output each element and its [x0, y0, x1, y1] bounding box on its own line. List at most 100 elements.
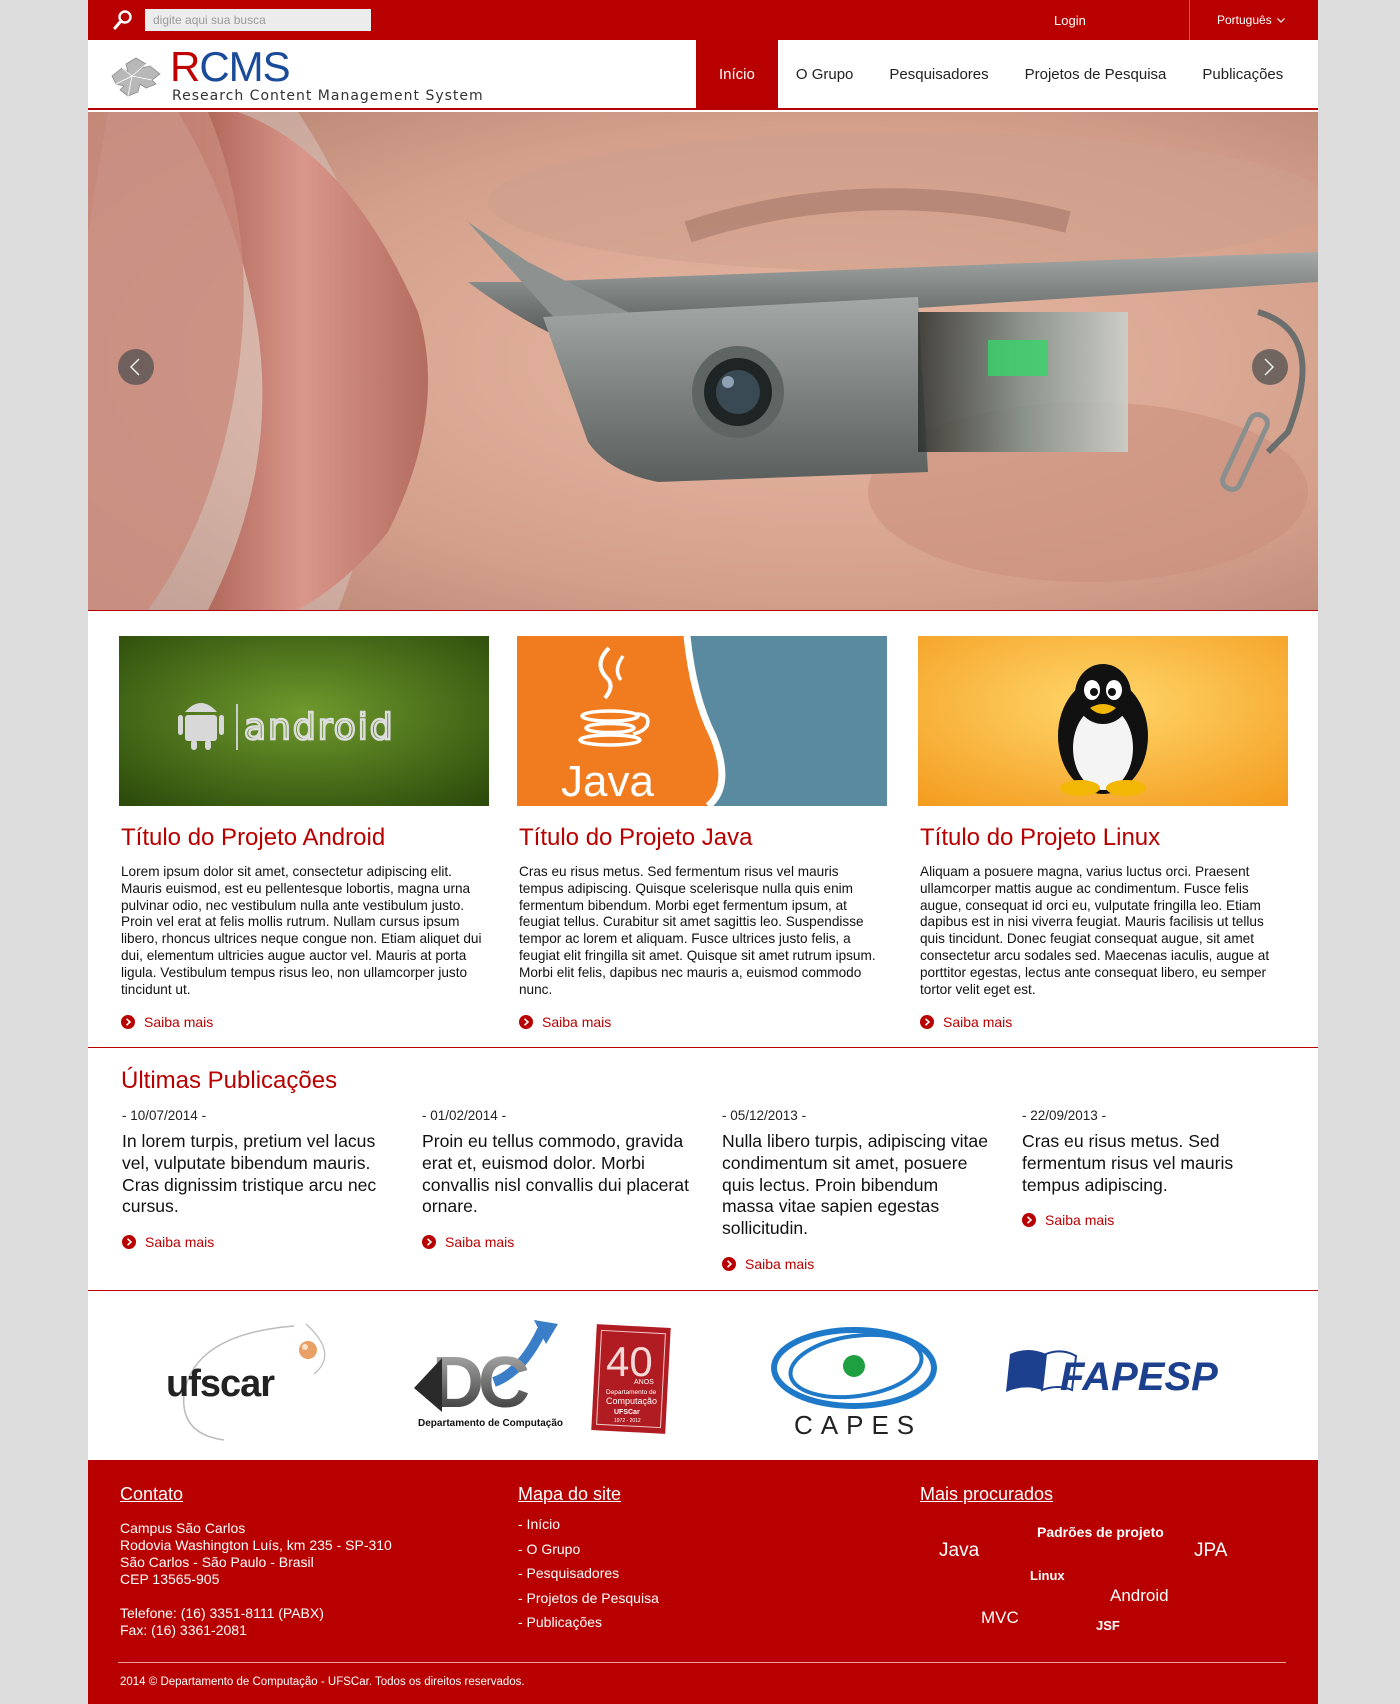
tag-android[interactable]: Android — [1110, 1586, 1169, 1606]
publication-item: - 10/07/2014 - In lorem turpis, pretium … — [122, 1108, 392, 1250]
circle-arrow-icon — [122, 1235, 136, 1250]
sitemap-link-publicacoes[interactable]: - Publicações — [518, 1614, 659, 1639]
project-text-android: Lorem ipsum dolor sit amet, consectetur … — [121, 864, 482, 997]
language-select[interactable]: Português — [1217, 13, 1285, 27]
saiba-mais-link[interactable]: Saiba mais — [920, 1014, 1288, 1030]
search-icon[interactable] — [112, 9, 134, 31]
sitemap-link-o-grupo[interactable]: - O Grupo — [518, 1541, 659, 1566]
sitemap-link-inicio[interactable]: - Início — [518, 1516, 659, 1541]
tag-jpa[interactable]: JPA — [1194, 1540, 1227, 1562]
chevron-left-icon — [129, 358, 140, 376]
project-thumb-linux[interactable] — [918, 636, 1288, 806]
publication-date: - 22/09/2013 - — [1022, 1108, 1107, 1123]
saiba-mais-label: Saiba mais — [745, 1255, 815, 1272]
slider-next-button[interactable] — [1252, 349, 1288, 385]
project-title-java[interactable]: Título do Projeto Java — [519, 824, 887, 852]
contact-spacer — [120, 1588, 392, 1605]
logo-title-rest: CMS — [199, 43, 290, 90]
android-wordmark: android — [244, 707, 395, 748]
tag-padroes-de-projeto[interactable]: Padrões de projeto — [1037, 1524, 1164, 1540]
dc40-line2: Computação — [606, 1396, 657, 1406]
circle-arrow-icon — [422, 1235, 436, 1250]
tag-linux[interactable]: Linux — [1030, 1568, 1065, 1583]
publication-item: - 01/02/2014 - Proin eu tellus commodo, … — [422, 1108, 692, 1250]
saiba-mais-label: Saiba mais — [145, 1234, 215, 1251]
footer-contact: Campus São Carlos Rodovia Washington Luí… — [120, 1520, 392, 1639]
contact-line: Fax: (16) 3361-2081 — [120, 1622, 247, 1638]
tag-jsf[interactable]: JSF — [1096, 1618, 1120, 1633]
dc-letters: DC — [432, 1343, 529, 1423]
dc-caption: Departamento de Computação — [418, 1418, 563, 1429]
publication-title[interactable]: Nulla libero turpis, adipiscing vitae co… — [722, 1131, 992, 1240]
chevron-down-icon — [1276, 18, 1285, 24]
publication-date: - 10/07/2014 - — [122, 1108, 207, 1123]
nav-item-projetos[interactable]: Projetos de Pesquisa — [1007, 40, 1185, 110]
sitemap-link-projetos[interactable]: - Projetos de Pesquisa — [518, 1590, 659, 1615]
circle-arrow-icon — [1022, 1213, 1036, 1228]
saiba-mais-label: Saiba mais — [1045, 1212, 1115, 1229]
dc40-number: 40 — [606, 1338, 653, 1385]
project-card-java: Java Título do Projeto Java Cras eu risu… — [517, 636, 887, 1030]
capes-logo[interactable]: CAPES — [764, 1316, 944, 1442]
hero-divider — [88, 610, 1318, 611]
search-input[interactable] — [145, 9, 371, 31]
dc-logo[interactable]: DC Departamento de Computação — [412, 1312, 576, 1442]
project-text-linux: Aliquam a posuere magna, varius luctus o… — [920, 864, 1270, 997]
tag-mvc[interactable]: MVC — [981, 1608, 1019, 1628]
footer-sitemap: - Início - O Grupo - Pesquisadores - Pro… — [518, 1516, 659, 1639]
login-link[interactable]: Login — [1054, 13, 1086, 28]
publication-title[interactable]: Cras eu risus metus. Sed fermentum risus… — [1022, 1131, 1292, 1196]
saiba-mais-link[interactable]: Saiba mais — [121, 1014, 489, 1030]
puzzle-logo-icon[interactable] — [108, 54, 164, 100]
slider-prev-button[interactable] — [118, 349, 154, 385]
saiba-mais-link[interactable]: Saiba mais — [722, 1256, 992, 1272]
language-label: Português — [1217, 13, 1272, 27]
ufscar-logo[interactable]: ufscar — [154, 1314, 354, 1444]
nav-item-inicio[interactable]: Início — [696, 40, 778, 110]
contact-line: São Carlos - São Paulo - Brasil — [120, 1554, 314, 1570]
nav-item-publicacoes[interactable]: Publicações — [1184, 40, 1301, 110]
contact-line: Telefone: (16) 3351-8111 (PABX) — [120, 1605, 324, 1621]
tag-java[interactable]: Java — [939, 1540, 979, 1562]
fapesp-wordmark: FAPESP — [1060, 1355, 1218, 1399]
dc-40-anos-seal[interactable]: 40 ANOS Departamento de Computação UFSCa… — [590, 1322, 674, 1438]
project-title-linux[interactable]: Título do Projeto Linux — [920, 824, 1288, 852]
logo-subtitle: Research Content Management System — [172, 88, 484, 104]
publication-title[interactable]: In lorem turpis, pretium vel lacus vel, … — [122, 1131, 392, 1218]
logo-title[interactable]: RCMS — [170, 43, 291, 90]
dc40-anos: ANOS — [634, 1379, 654, 1386]
saiba-mais-link[interactable]: Saiba mais — [122, 1234, 392, 1250]
project-title-android[interactable]: Título do Projeto Android — [121, 824, 489, 852]
section-divider — [88, 1290, 1318, 1291]
publication-title[interactable]: Proin eu tellus commodo, gravida erat et… — [422, 1131, 692, 1218]
saiba-mais-link[interactable]: Saiba mais — [1022, 1212, 1292, 1228]
contact-line: Campus São Carlos — [120, 1520, 246, 1536]
capes-wordmark: CAPES — [794, 1410, 922, 1440]
section-divider — [88, 1047, 1318, 1048]
contact-line: Rodovia Washington Luís, km 235 - SP-310 — [120, 1537, 392, 1553]
publications-title: Últimas Publicações — [121, 1067, 338, 1094]
logo-title-r: R — [170, 43, 200, 90]
footer-contact-title: Contato — [120, 1484, 184, 1504]
sitemap-link-pesquisadores[interactable]: - Pesquisadores — [518, 1565, 659, 1590]
saiba-mais-link[interactable]: Saiba mais — [422, 1234, 692, 1250]
nav-item-o-grupo[interactable]: O Grupo — [778, 40, 872, 110]
saiba-mais-link[interactable]: Saiba mais — [519, 1014, 887, 1030]
partners-strip: ufscar DC Departamento de Computação 40 … — [88, 1292, 1318, 1460]
header: RCMS Research Content Management System … — [88, 40, 1318, 110]
footer-popular-title: Mais procurados — [920, 1484, 1054, 1504]
ufscar-wordmark: ufscar — [166, 1363, 275, 1405]
circle-arrow-icon — [519, 1015, 533, 1030]
dc40-years: 1972 - 2012 — [614, 1418, 641, 1424]
project-card-linux: Título do Projeto Linux Aliquam a posuer… — [918, 636, 1288, 1030]
saiba-mais-label: Saiba mais — [144, 1014, 214, 1031]
dc40-line3: UFSCar — [614, 1409, 640, 1416]
project-thumb-java[interactable]: Java — [517, 636, 887, 806]
footer-map-title: Mapa do site — [518, 1484, 622, 1504]
fapesp-logo[interactable]: FAPESP — [1002, 1344, 1252, 1404]
project-card-android: android Título do Projeto Android Lorem … — [119, 636, 489, 1030]
publication-date: - 01/02/2014 - — [422, 1108, 507, 1123]
nav-item-pesquisadores[interactable]: Pesquisadores — [871, 40, 1006, 110]
project-thumb-android[interactable]: android — [119, 636, 489, 806]
hero-slider — [88, 112, 1318, 610]
